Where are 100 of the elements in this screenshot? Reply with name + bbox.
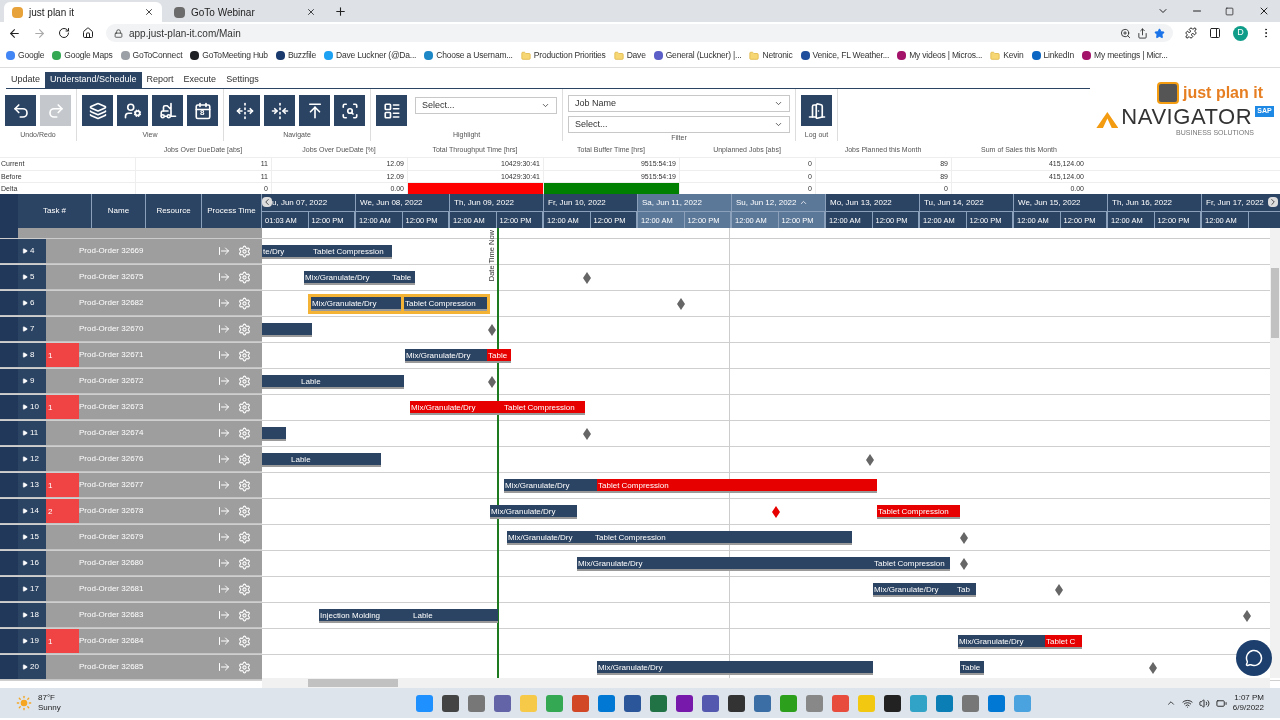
restore-icon[interactable]: [1225, 7, 1234, 16]
app-icon[interactable]: [675, 694, 693, 712]
task-bar[interactable]: Mix/Granulate/Dry: [577, 557, 873, 571]
settings-icon[interactable]: [238, 504, 251, 518]
app-icon[interactable]: [623, 694, 641, 712]
expand-icon[interactable]: [22, 534, 28, 540]
share-icon[interactable]: [1137, 27, 1148, 39]
task-bar[interactable]: Tablet Compression: [873, 557, 950, 571]
back-icon[interactable]: [8, 26, 21, 40]
undo-button[interactable]: [5, 95, 36, 126]
settings-icon[interactable]: [238, 530, 251, 544]
split-icon[interactable]: [218, 479, 230, 491]
zoom-icon[interactable]: [1120, 27, 1131, 39]
collapse-button[interactable]: [264, 95, 295, 126]
settings-icon[interactable]: [238, 296, 251, 310]
wifi-icon[interactable]: [1181, 697, 1193, 709]
scroll-right-icon[interactable]: [1268, 197, 1278, 207]
expand-icon[interactable]: [22, 378, 28, 384]
bookmark-link[interactable]: GoToMeeting Hub: [202, 49, 268, 62]
bookmark-link[interactable]: Google Maps: [64, 49, 113, 62]
task-bar[interactable]: Tablet Compression: [404, 297, 487, 311]
expand-icon[interactable]: [22, 248, 28, 254]
split-icon[interactable]: [218, 609, 230, 621]
settings-icon[interactable]: [238, 374, 251, 388]
forklift-button[interactable]: [152, 95, 183, 126]
task-bar[interactable]: Injection Molding: [319, 609, 412, 623]
task-number[interactable]: 8: [18, 343, 46, 367]
task-number[interactable]: 14: [18, 499, 46, 523]
task-number[interactable]: 19: [18, 629, 46, 653]
task-bar[interactable]: Tablet Compression: [597, 479, 877, 493]
settings-icon[interactable]: [238, 244, 251, 258]
task-bar[interactable]: Table: [391, 271, 415, 285]
browser-tab[interactable]: just plan it: [4, 2, 162, 22]
task-bar[interactable]: Mix/Granulate/Dry: [410, 401, 503, 415]
settings-icon[interactable]: [238, 400, 251, 414]
task-bar[interactable]: Mix/Granulate/Dry: [304, 271, 391, 285]
task-number[interactable]: 7: [18, 317, 46, 341]
chat-button[interactable]: [1236, 640, 1272, 676]
bookmark-link[interactable]: Choose a Usernam...: [436, 49, 513, 62]
menu-tab[interactable]: Understand/Schedule: [45, 72, 142, 88]
task-bar[interactable]: Tablet Compression: [877, 505, 960, 519]
task-number[interactable]: 12: [18, 447, 46, 471]
split-icon[interactable]: [218, 583, 230, 595]
bookmark-link[interactable]: Production Priorities: [533, 49, 606, 62]
expand-icon[interactable]: [22, 352, 28, 358]
menu-tab[interactable]: Report: [141, 72, 179, 88]
expand-icon[interactable]: [22, 664, 28, 670]
bookmark-link[interactable]: My meetings | Micr...: [1094, 49, 1168, 62]
task-bar[interactable]: Mix/Granulate/Dry: [958, 635, 1045, 649]
expand-icon[interactable]: [22, 482, 28, 488]
split-icon[interactable]: [218, 323, 230, 335]
settings-icon[interactable]: [238, 660, 251, 674]
task-number[interactable]: 4: [18, 239, 46, 263]
expand-icon[interactable]: [22, 612, 28, 618]
task-number[interactable]: 20: [18, 655, 46, 679]
home-icon[interactable]: [82, 27, 94, 39]
menu-tab[interactable]: Settings: [221, 72, 264, 88]
layers-button[interactable]: [82, 95, 113, 126]
bookmark-link[interactable]: Google: [18, 49, 45, 62]
expand-icon[interactable]: [22, 300, 28, 306]
menu-tab[interactable]: Execute: [178, 72, 222, 88]
task-bar[interactable]: Tablet C: [1045, 635, 1082, 649]
task-number[interactable]: 17: [18, 577, 46, 601]
star-icon[interactable]: [1154, 27, 1165, 39]
bookmark-link[interactable]: LinkedIn: [1043, 49, 1075, 62]
expand-icon[interactable]: [22, 404, 28, 410]
task-number[interactable]: 18: [18, 603, 46, 627]
task-bar[interactable]: Tab: [956, 583, 976, 597]
task-bar[interactable]: Mix/Granulate/Dry: [507, 531, 594, 545]
task-bar[interactable]: Mix/Granulate/Dry: [311, 297, 404, 311]
select-field[interactable]: Select...: [415, 97, 557, 114]
split-icon[interactable]: [218, 375, 230, 387]
task-number[interactable]: 10: [18, 395, 46, 419]
bookmark-link[interactable]: Dave Luckner (@Da...: [336, 49, 417, 62]
calendar-button[interactable]: 8: [187, 95, 218, 126]
task-bar[interactable]: te/Dry: [262, 245, 312, 259]
extensions-icon[interactable]: [1185, 27, 1197, 39]
settings-icon[interactable]: [238, 348, 251, 362]
bookmark-link[interactable]: Venice, FL Weather...: [812, 49, 890, 62]
task-number[interactable]: 6: [18, 291, 46, 315]
split-icon[interactable]: [218, 505, 230, 517]
vertical-scrollbar[interactable]: [1270, 228, 1280, 678]
task-bar[interactable]: Lable: [290, 453, 381, 467]
expand-icon[interactable]: [22, 638, 28, 644]
bookmark-link[interactable]: General (Luckner) |...: [665, 49, 742, 62]
settings-icon[interactable]: [238, 452, 251, 466]
task-bar[interactable]: Tablet Compression: [503, 401, 585, 415]
app-icon[interactable]: [883, 694, 901, 712]
forward-icon[interactable]: [33, 26, 46, 40]
battery-icon[interactable]: [1215, 697, 1227, 709]
settings-icon[interactable]: [238, 608, 251, 622]
side-panel-icon[interactable]: [1209, 27, 1221, 39]
find-button[interactable]: [334, 95, 365, 126]
bookmark-link[interactable]: Kevin: [1003, 49, 1024, 62]
menu-tab[interactable]: Update: [6, 72, 46, 88]
bookmark-link[interactable]: Netronic: [762, 49, 793, 62]
task-bar[interactable]: [262, 375, 300, 389]
split-icon[interactable]: [218, 427, 230, 439]
task-bar[interactable]: Tablet Compression: [594, 531, 852, 545]
split-icon[interactable]: [218, 661, 230, 673]
